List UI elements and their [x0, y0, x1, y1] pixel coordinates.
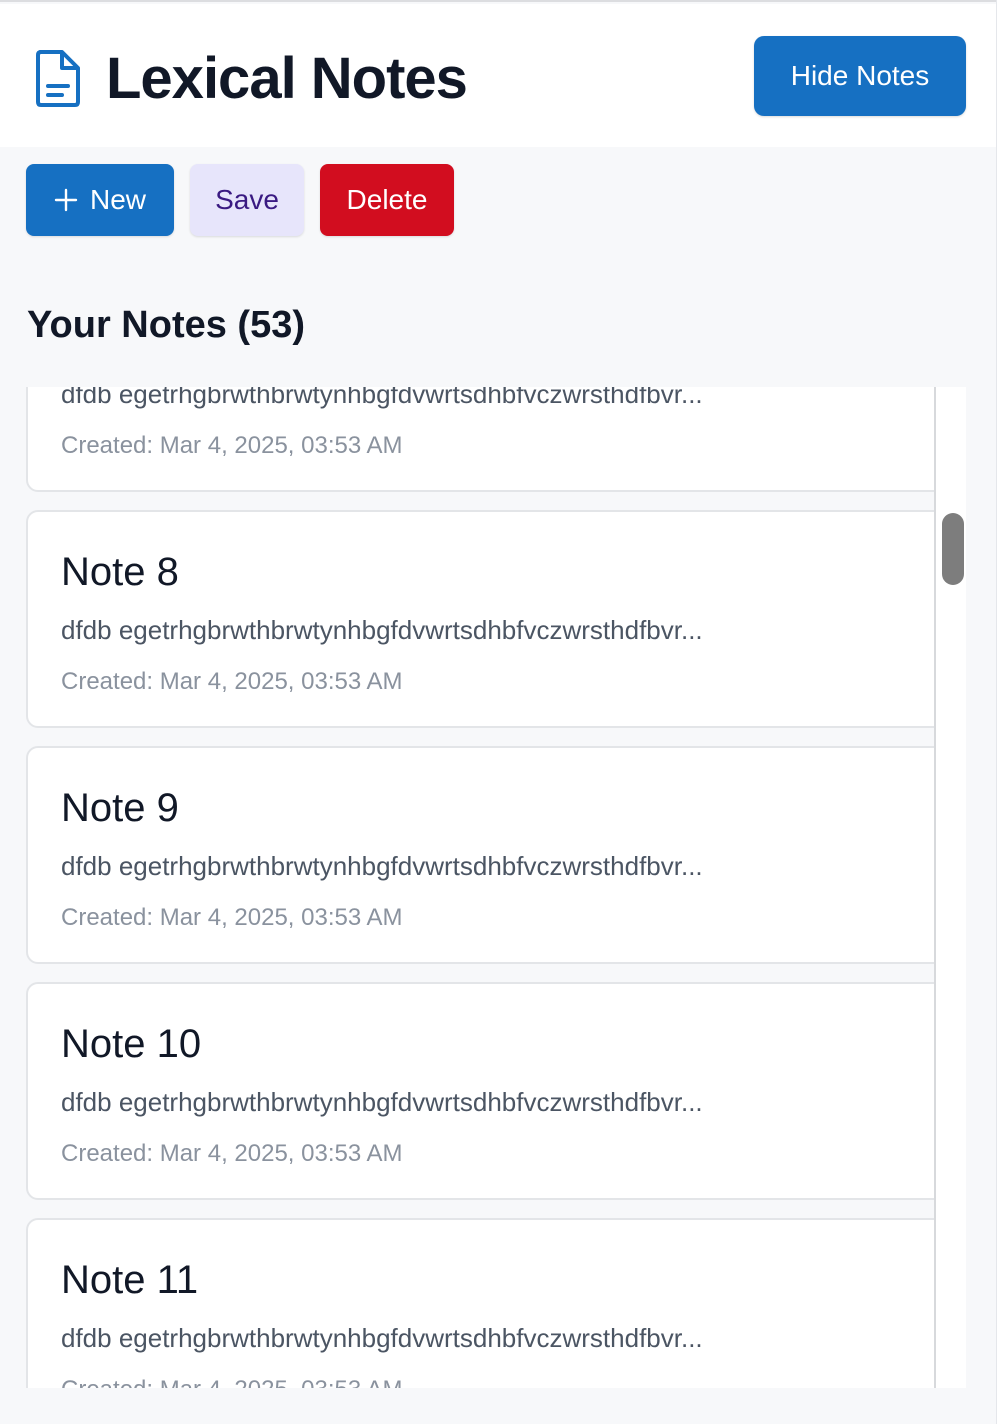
note-preview: dfdb egetrhgbrwthbrwtynhbgfdvwrtsdhbfvcz…	[61, 1323, 703, 1353]
app-header: Lexical Notes Hide Notes	[0, 4, 996, 147]
plus-icon	[54, 182, 78, 218]
note-created-date: Created: Mar 4, 2025, 03:53 AM	[61, 904, 403, 931]
note-title: Note 9	[61, 786, 179, 830]
scrollbar-thumb[interactable]	[942, 513, 964, 585]
notes-scrollbar[interactable]	[934, 387, 966, 1388]
note-preview: dfdb egetrhgbrwthbrwtynhbgfdvwrtsdhbfvcz…	[61, 615, 703, 645]
note-card[interactable]: Note 11 dfdb egetrhgbrwthbrwtynhbgfdvwrts…	[26, 1218, 966, 1388]
notes-list-content: Note 7dfdb egetrhgbrwthbrwtynhbgfdvwrtsd…	[26, 387, 966, 1388]
note-created-date: Created: Mar 4, 2025, 03:53 AM	[61, 432, 403, 459]
app-title: Lexical Notes	[106, 46, 468, 111]
note-preview: dfdb egetrhgbrwthbrwtynhbgfdvwrtsdhbfvcz…	[61, 387, 703, 409]
save-button[interactable]: Save	[190, 164, 304, 236]
app-window: Lexical Notes Hide Notes New Save Delete…	[0, 0, 1002, 1424]
note-card[interactable]: Note 7dfdb egetrhgbrwthbrwtynhbgfdvwrtsd…	[26, 387, 966, 492]
window-edge	[996, 0, 1002, 1424]
note-created-date: Created: Mar 4, 2025, 03:53 AM	[61, 668, 403, 695]
note-card[interactable]: Note 8 dfdb egetrhgbrwthbrwtynhbgfdvwrtsd…	[26, 510, 966, 728]
hide-notes-button[interactable]: Hide Notes	[754, 36, 966, 116]
note-preview: dfdb egetrhgbrwthbrwtynhbgfdvwrtsdhbfvcz…	[61, 851, 703, 881]
note-card[interactable]: Note 10 dfdb egetrhgbrwthbrwtynhbgfdvwrts…	[26, 982, 966, 1200]
notes-list[interactable]: Note 7dfdb egetrhgbrwthbrwtynhbgfdvwrtsd…	[26, 387, 966, 1388]
notes-heading: Your Notes (53)	[27, 304, 306, 346]
delete-button[interactable]: Delete	[320, 164, 454, 236]
document-icon	[34, 48, 82, 108]
note-title: Note 8	[61, 550, 179, 594]
new-note-label: New	[89, 184, 146, 215]
note-created-date: Created: Mar 4, 2025, 03:53 AM	[61, 1376, 403, 1388]
note-title: Note 10	[61, 1022, 202, 1066]
note-title: Note 11	[61, 1258, 199, 1302]
notes-toolbar: New Save Delete	[26, 164, 454, 236]
note-card[interactable]: Note 9 dfdb egetrhgbrwthbrwtynhbgfdvwrtsd…	[26, 746, 966, 964]
new-note-button[interactable]: New	[26, 164, 174, 236]
note-preview: dfdb egetrhgbrwthbrwtynhbgfdvwrtsdhbfvcz…	[61, 1087, 703, 1117]
note-created-date: Created: Mar 4, 2025, 03:53 AM	[61, 1140, 403, 1167]
